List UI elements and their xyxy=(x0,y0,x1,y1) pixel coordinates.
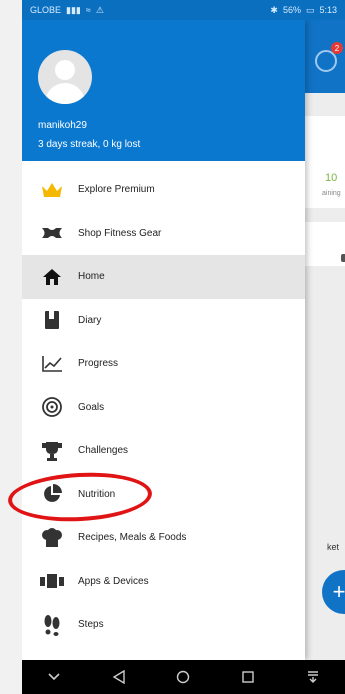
camera-icon[interactable] xyxy=(341,254,345,262)
recents-icon[interactable] xyxy=(233,662,263,692)
menu-item-steps[interactable]: Steps xyxy=(22,603,305,647)
menu-item-goals[interactable]: Goals xyxy=(22,386,305,430)
chef-hat-icon xyxy=(40,526,64,550)
menu-label: Steps xyxy=(78,619,104,631)
screenshot-stage: GLOBE ▮▮▮ ≈ ⚠ ✱ 56% ▭ 5:13 2 10 aining Q… xyxy=(0,0,345,694)
menu-item-progress[interactable]: Progress xyxy=(22,342,305,386)
menu-label: Shop Fitness Gear xyxy=(78,227,162,239)
bluetooth-icon: ✱ xyxy=(270,4,278,15)
home-icon xyxy=(40,265,64,289)
navigation-drawer: manikoh29 3 days streak, 0 kg lost Explo… xyxy=(22,20,305,660)
menu-item-shop-fitness-gear[interactable]: Shop Fitness Gear xyxy=(22,212,305,256)
menu-item-diary[interactable]: Diary xyxy=(22,299,305,343)
carrier-label: GLOBE xyxy=(30,5,62,15)
add-fab-button[interactable]: + xyxy=(322,570,345,614)
menu-label: Recipes, Meals & Foods xyxy=(78,532,187,544)
background-card xyxy=(304,222,345,266)
status-bar: GLOBE ▮▮▮ ≈ ⚠ ✱ 56% ▭ 5:13 xyxy=(22,0,345,20)
status-left: GLOBE ▮▮▮ ≈ ⚠ xyxy=(30,5,104,16)
under-armour-logo-icon xyxy=(40,221,64,245)
signal-icon: ▮▮▮ xyxy=(66,4,81,15)
avatar-body xyxy=(45,83,85,104)
back-icon[interactable] xyxy=(104,662,134,692)
wifi-icon: ≈ xyxy=(85,5,91,15)
phone-screen: GLOBE ▮▮▮ ≈ ⚠ ✱ 56% ▭ 5:13 2 10 aining Q… xyxy=(22,0,345,694)
menu-item-challenges[interactable]: Challenges xyxy=(22,429,305,473)
streak-text: 3 days streak, 0 kg lost xyxy=(38,139,141,150)
avatar-head xyxy=(55,60,75,80)
drawer-header: manikoh29 3 days streak, 0 kg lost xyxy=(22,20,305,161)
menu-label: Diary xyxy=(78,314,102,326)
menu-label: Progress xyxy=(78,358,119,370)
menu-label: Home xyxy=(78,271,105,283)
notification-badge: 2 xyxy=(331,42,343,54)
drawer-menu: Explore Premium Shop Fitness Gear Home D… xyxy=(22,168,305,647)
menu-label: Challenges xyxy=(78,445,129,457)
clock: 5:13 xyxy=(319,5,337,15)
devices-icon xyxy=(40,569,64,593)
username: manikoh29 xyxy=(38,120,87,131)
android-navigation-bar xyxy=(22,660,345,694)
menu-label: Explore Premium xyxy=(78,184,155,196)
menu-label: Apps & Devices xyxy=(78,575,149,587)
diary-book-icon xyxy=(40,308,64,332)
notification-pull-icon[interactable] xyxy=(298,662,328,692)
menu-item-explore-premium[interactable]: Explore Premium xyxy=(22,168,305,212)
battery-icon: ▭ xyxy=(305,4,315,15)
warning-icon: ⚠ xyxy=(95,4,104,15)
battery-percent: 56% xyxy=(282,5,301,15)
target-icon xyxy=(40,395,64,419)
footsteps-icon xyxy=(40,613,64,637)
background-value: 10 xyxy=(325,172,338,184)
menu-item-home[interactable]: Home xyxy=(22,255,305,299)
menu-item-apps-devices[interactable]: Apps & Devices xyxy=(22,560,305,604)
menu-label: Goals xyxy=(78,401,105,413)
crown-icon xyxy=(40,178,64,202)
menu-item-recipes[interactable]: Recipes, Meals & Foods xyxy=(22,516,305,560)
avatar[interactable] xyxy=(38,50,92,104)
background-caption: aining xyxy=(322,190,341,197)
trophy-icon xyxy=(40,439,64,463)
home-circle-icon[interactable] xyxy=(168,662,198,692)
chevron-down-icon[interactable] xyxy=(39,662,69,692)
line-chart-icon xyxy=(40,352,64,376)
status-right: ✱ 56% ▭ 5:13 xyxy=(270,5,337,16)
background-caption: ket xyxy=(327,542,340,552)
